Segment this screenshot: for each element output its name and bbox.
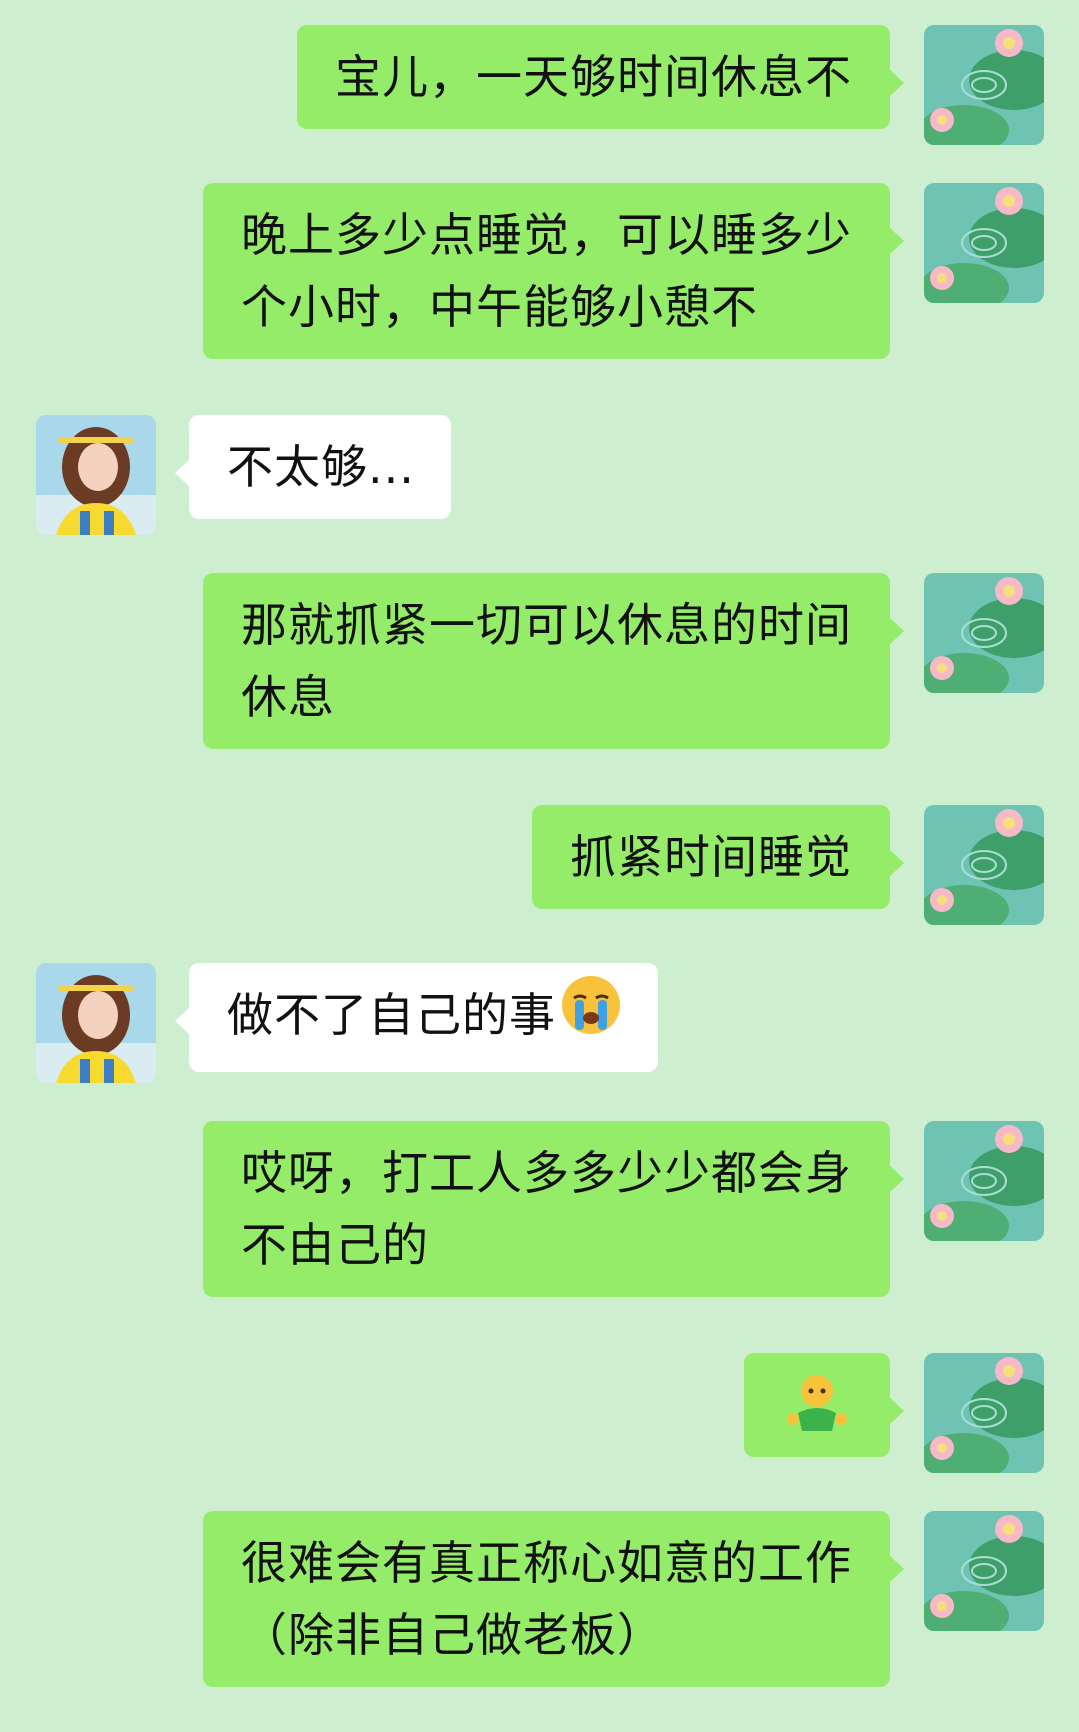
contact-avatar[interactable]	[36, 963, 156, 1083]
message-text: 做不了自己的事	[227, 988, 556, 1042]
message-bubble-sent[interactable]: 那就抓紧一切可以休息的时间 休息	[203, 573, 904, 749]
message-text: 很难会有真正称心如意的工作 （除非自己做老板）	[241, 1536, 852, 1662]
message-text: 那就抓紧一切可以休息的时间 休息	[241, 598, 852, 724]
chat-message-list[interactable]: 宝儿，一天够时间休息不 晚上多少点睡觉，可以睡多少 个小时，中午能够小憩不 不太…	[0, 0, 1079, 1732]
message-text: 晚上多少点睡觉，可以睡多少 个小时，中午能够小憩不	[241, 208, 852, 334]
lotus-pond-avatar-icon	[924, 1353, 1044, 1473]
girl-yellow-shirt-avatar-icon	[36, 415, 156, 535]
message-text: 哎呀，打工人多多少少都会身 不由己的	[241, 1146, 852, 1272]
lotus-pond-avatar-icon	[924, 805, 1044, 925]
message-bubble-sent[interactable]: 晚上多少点睡觉，可以睡多少 个小时，中午能够小憩不	[203, 183, 904, 359]
message-text: 不太够...	[227, 440, 415, 494]
self-avatar[interactable]	[924, 1121, 1044, 1241]
message-bubble-received[interactable]: 做不了自己的事	[175, 963, 658, 1072]
self-avatar[interactable]	[924, 183, 1044, 303]
message-bubble-sent[interactable]: 宝儿，一天够时间休息不	[297, 25, 904, 129]
self-avatar[interactable]	[924, 1511, 1044, 1631]
message-bubble-sent[interactable]	[744, 1353, 904, 1457]
message-bubble-sent[interactable]: 很难会有真正称心如意的工作 （除非自己做老板）	[203, 1511, 904, 1687]
message-bubble-received[interactable]: 不太够...	[175, 415, 451, 519]
lotus-pond-avatar-icon	[924, 183, 1044, 303]
message-bubble-sent[interactable]: 哎呀，打工人多多少少都会身 不由己的	[203, 1121, 904, 1297]
lotus-pond-avatar-icon	[924, 25, 1044, 145]
lotus-pond-avatar-icon	[924, 1511, 1044, 1631]
message-text: 抓紧时间睡觉	[570, 830, 852, 884]
self-avatar[interactable]	[924, 1353, 1044, 1473]
contact-avatar[interactable]	[36, 415, 156, 535]
self-avatar[interactable]	[924, 25, 1044, 145]
self-avatar[interactable]	[924, 573, 1044, 693]
message-bubble-sent[interactable]: 抓紧时间睡觉	[532, 805, 904, 909]
message-text: 宝儿，一天够时间休息不	[335, 50, 852, 104]
shrug-figure-emoji-icon	[782, 1369, 852, 1441]
self-avatar[interactable]	[924, 805, 1044, 925]
crying-face-emoji-icon	[560, 974, 622, 1056]
girl-yellow-shirt-avatar-icon	[36, 963, 156, 1083]
lotus-pond-avatar-icon	[924, 1121, 1044, 1241]
lotus-pond-avatar-icon	[924, 573, 1044, 693]
